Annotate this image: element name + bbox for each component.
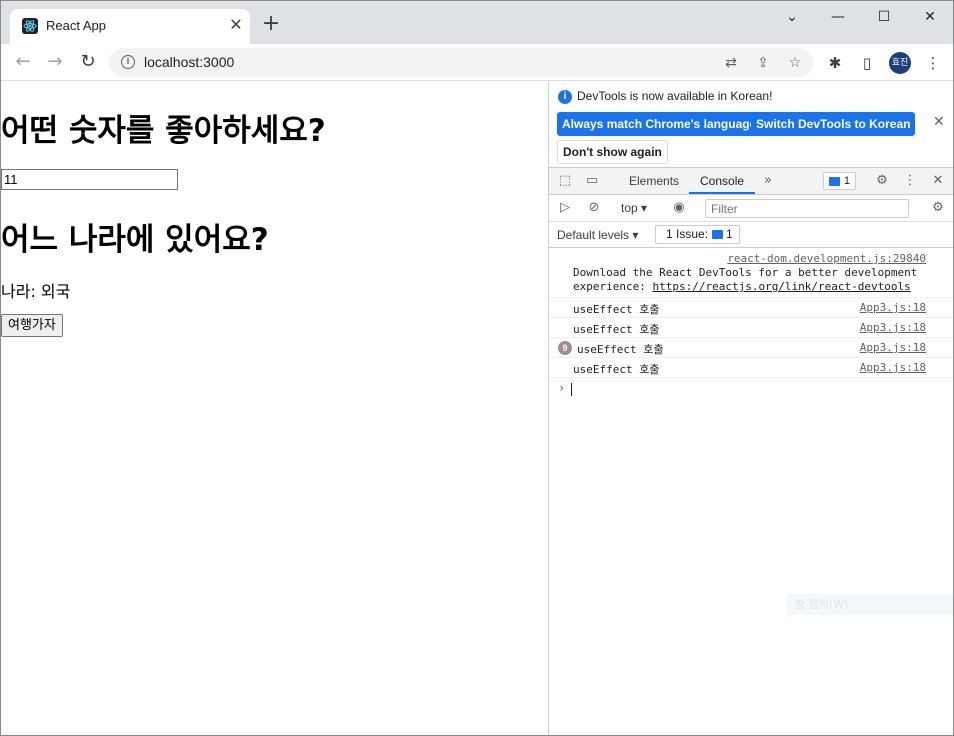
tab-title: React App [46, 18, 106, 33]
sidebar-toggle-icon[interactable]: ▷ [557, 200, 573, 216]
console-message: react-dom.development.js:29840 Download … [549, 248, 953, 298]
react-icon [22, 18, 38, 34]
tab-elements[interactable]: Elements [629, 174, 679, 188]
message-icon [712, 230, 724, 239]
address-bar[interactable]: i localhost:3000 ⇄ ⇪ ☆ [109, 48, 813, 77]
number-input[interactable] [1, 169, 178, 190]
browser-window: React App ✕ + ⌄ — ☐ ✕ ← → ↻ i localhost:… [0, 0, 954, 736]
levels-dropdown[interactable]: Default levels ▾ [557, 228, 638, 242]
console-message: useEffect 호출 App3.js:18 [549, 358, 953, 378]
tab-react-app[interactable]: React App ✕ [10, 9, 250, 44]
console-settings-icon[interactable]: ⚙ [930, 200, 946, 216]
tab-strip: React App ✕ + ⌄ — ☐ ✕ [1, 1, 953, 44]
capture-overlay: 창 캡처(W) [787, 594, 953, 615]
bookmark-star-icon[interactable]: ☆ [786, 54, 804, 72]
log-source-link[interactable]: App3.js:18 [860, 301, 926, 314]
info-icon: i [558, 90, 572, 104]
extensions-icon[interactable]: ✱ [825, 53, 845, 73]
log-text-prefix: experience: [573, 280, 653, 293]
log-text: useEffect 호출 [573, 323, 660, 336]
device-toolbar-icon[interactable]: ▭ [584, 173, 600, 189]
message-icon [829, 177, 840, 186]
console-message: useEffect 호출 App3.js:18 [549, 298, 953, 318]
close-icon[interactable]: ✕ [933, 114, 945, 130]
log-text: useEffect 호출 [573, 363, 660, 376]
close-window-button[interactable]: ✕ [920, 7, 940, 27]
menu-kebab-icon[interactable]: ⋮ [923, 53, 943, 73]
country-heading: 어느 나라에 있어요? [1, 222, 269, 258]
repeat-count-badge: 9 [558, 341, 572, 355]
console-toolbar: ▷ ⊘ top ▾ ◉ ⚙ [549, 195, 953, 222]
console-message: useEffect 호출 App3.js:18 [549, 318, 953, 338]
reload-icon[interactable]: ↻ [78, 52, 98, 72]
language-infobar: i DevTools is now available in Korean! A… [549, 82, 953, 168]
issues-button[interactable]: 1 Issue: 1 [655, 225, 740, 244]
filter-input[interactable] [705, 199, 909, 218]
log-text: useEffect 호출 [577, 343, 664, 356]
devtools-panel: i DevTools is now available in Korean! A… [548, 82, 953, 735]
maximize-button[interactable]: ☐ [874, 7, 894, 27]
travel-button[interactable]: 여행가자 [1, 314, 63, 337]
switch-korean-button[interactable]: Switch DevTools to Korean [751, 112, 916, 136]
back-icon[interactable]: ← [13, 52, 33, 72]
dont-show-button[interactable]: Don't show again [557, 140, 668, 164]
issues-badge[interactable]: 1 [823, 172, 856, 190]
issue-count: 1 [726, 227, 733, 241]
match-language-button[interactable]: Always match Chrome's language [557, 112, 762, 136]
context-selector[interactable]: top ▾ [621, 201, 647, 215]
react-devtools-link[interactable]: https://reactjs.org/link/react-devtools [652, 280, 910, 293]
log-source-link[interactable]: App3.js:18 [860, 341, 926, 354]
clear-console-icon[interactable]: ⊘ [586, 200, 602, 216]
log-source-link[interactable]: App3.js:18 [860, 321, 926, 334]
issue-label: 1 Issue: [666, 227, 709, 241]
console-input-caret[interactable] [571, 383, 572, 396]
settings-gear-icon[interactable]: ⚙ [874, 173, 890, 189]
new-tab-button[interactable]: + [261, 13, 281, 35]
log-text: experience: https://reactjs.org/link/rea… [573, 280, 911, 293]
forward-icon[interactable]: → [45, 52, 65, 72]
console-message: 9 useEffect 호출 App3.js:18 [549, 338, 953, 358]
close-devtools-icon[interactable]: ✕ [930, 173, 946, 189]
tab-search-icon[interactable]: ⌄ [782, 7, 802, 27]
tab-console[interactable]: Console [700, 174, 744, 188]
eye-icon[interactable]: ◉ [671, 200, 687, 216]
close-tab-icon[interactable]: ✕ [228, 17, 244, 33]
country-text: 나라: 외국 [1, 282, 71, 301]
infobar-message: DevTools is now available in Korean! [577, 89, 773, 103]
page-content: 어떤 숫자를 좋아하세요? 어느 나라에 있어요? 나라: 외국 여행가자 [1, 82, 548, 735]
browser-toolbar: ← → ↻ i localhost:3000 ⇄ ⇪ ☆ ✱ ▯ 효진 ⋮ [1, 44, 953, 81]
info-icon[interactable]: i [121, 55, 135, 69]
context-value: top [621, 201, 638, 215]
devtools-menu-icon[interactable]: ⋮ [902, 173, 918, 189]
more-tabs-icon[interactable]: » [760, 173, 776, 189]
translate-icon[interactable]: ⇄ [722, 54, 740, 72]
log-source-link[interactable]: App3.js:18 [860, 361, 926, 374]
devtools-tabbar: ⬚ ▭ Elements Console » 1 ⚙ ⋮ ✕ [549, 168, 953, 195]
minimize-button[interactable]: — [828, 7, 848, 27]
log-text: useEffect 호출 [573, 303, 660, 316]
issues-count: 1 [843, 175, 850, 187]
profile-avatar[interactable]: 효진 [889, 52, 911, 74]
side-panel-icon[interactable]: ▯ [857, 53, 877, 73]
log-text: Download the React DevTools for a better… [573, 266, 918, 279]
share-icon[interactable]: ⇪ [754, 54, 772, 72]
log-source-link[interactable]: react-dom.development.js:29840 [727, 252, 926, 265]
console-prompt-icon: › [558, 381, 566, 395]
favorite-number-heading: 어떤 숫자를 좋아하세요? [1, 113, 326, 149]
inspect-element-icon[interactable]: ⬚ [557, 173, 573, 189]
active-tab-indicator [689, 192, 755, 194]
levels-bar: Default levels ▾ 1 Issue: 1 [549, 222, 953, 248]
url-text[interactable]: localhost:3000 [144, 54, 234, 70]
levels-label: Default levels [557, 228, 630, 242]
